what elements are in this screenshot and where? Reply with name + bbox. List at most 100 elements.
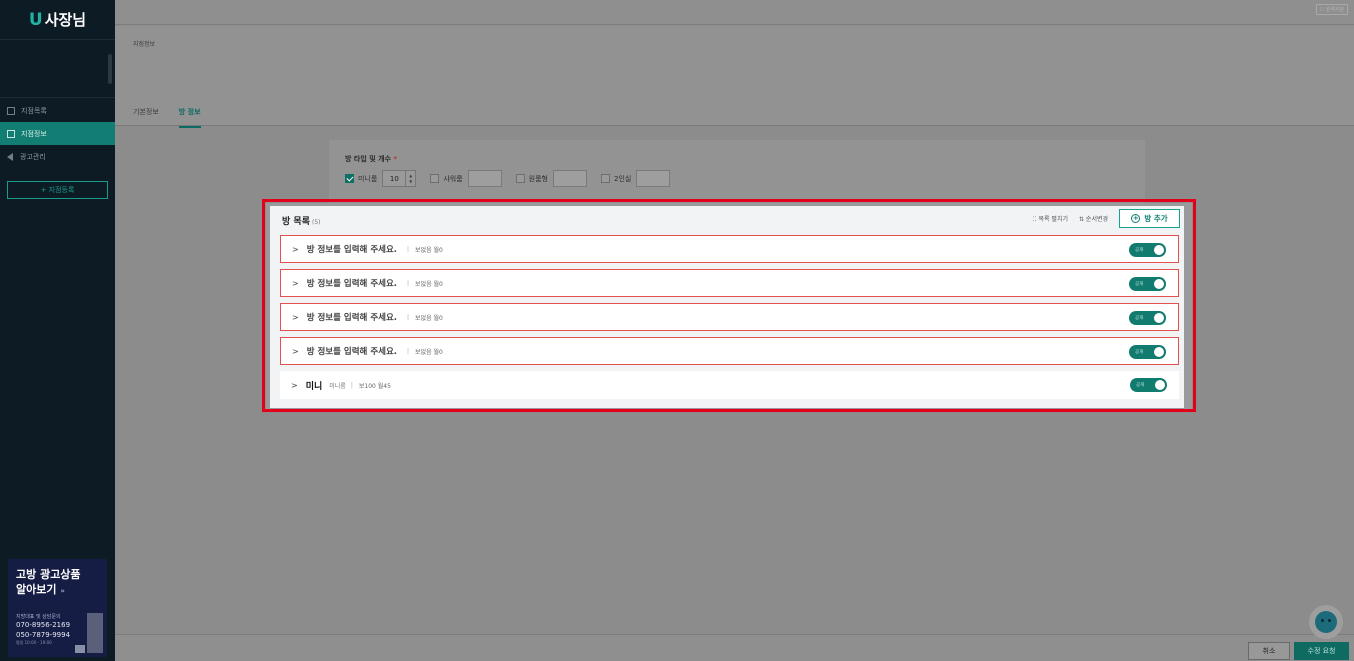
checkbox-shower-room[interactable] bbox=[430, 174, 440, 183]
chevron-right-icon[interactable]: > bbox=[291, 381, 298, 390]
room-type: 미니룸 bbox=[329, 382, 346, 390]
sidebar-item-label: 지점목록 bbox=[21, 106, 47, 115]
sidebar-item-ads[interactable]: 광고관리 bbox=[0, 145, 115, 168]
logo-text: 사장님 bbox=[44, 11, 87, 29]
room-count: (5) bbox=[311, 219, 321, 226]
room-row[interactable]: > 방 정보를 입력해 주세요. | 보없음 월0 공개 bbox=[280, 337, 1179, 365]
building-illustration bbox=[87, 613, 103, 653]
promo-title-line2: 알아보기 bbox=[16, 583, 57, 596]
page-header: 지점정보 기본정보 방 정보 bbox=[115, 26, 1354, 128]
room-price: 보없음 월0 bbox=[415, 246, 443, 254]
submit-edit-button[interactable]: 수정 요청 bbox=[1294, 642, 1349, 660]
chatbot-icon bbox=[1315, 611, 1337, 633]
promo-banner[interactable]: 고방 광고상품 알아보기 » 지방대표 및 상담문의 070-8956-2169… bbox=[8, 559, 107, 657]
toggle-label: 공개 bbox=[1135, 316, 1144, 321]
chevron-right-icon[interactable]: > bbox=[292, 347, 299, 356]
required-mark: * bbox=[393, 155, 398, 163]
chevron-right-icon[interactable]: > bbox=[292, 245, 299, 254]
toggle-knob bbox=[1154, 313, 1164, 323]
room-type-card: 방 타입 및 개수 * 미니룸 10 ▲ ▼ 샤워룸 원룸형 2인실 bbox=[329, 140, 1145, 206]
public-toggle[interactable]: 공개 bbox=[1129, 311, 1166, 325]
add-room-button[interactable]: + 방 추가 bbox=[1119, 209, 1180, 228]
separator: | bbox=[350, 381, 353, 389]
sidebar-item-label: 지점정보 bbox=[21, 129, 47, 138]
sidebar-item-branch-info[interactable]: 지점정보 bbox=[0, 122, 115, 145]
separator: | bbox=[407, 313, 410, 321]
room-title: 방 정보를 입력해 주세요. bbox=[306, 313, 398, 323]
toggle-label: 공개 bbox=[1135, 282, 1144, 287]
room-row[interactable]: > 방 정보를 입력해 주세요. | 보없음 월0 공개 bbox=[280, 269, 1179, 297]
sidebar-item-branch-list[interactable]: 지점목록 bbox=[0, 99, 115, 122]
checkbox-double[interactable] bbox=[600, 174, 610, 183]
panel-frame-right bbox=[1184, 203, 1192, 409]
room-type-label-text: 방 타입 및 개수 bbox=[345, 155, 391, 163]
room-list-actions: ⁚⁚ 목록 펼치기 ⇅ 순서변경 + 방 추가 bbox=[1033, 209, 1180, 228]
count-value[interactable]: 10 bbox=[383, 175, 405, 183]
room-price: 보없음 월0 bbox=[415, 314, 443, 322]
sidebar-profile-area bbox=[0, 40, 115, 98]
stepper-arrows[interactable]: ▲ ▼ bbox=[405, 171, 415, 186]
logo[interactable]: U 사장님 bbox=[0, 0, 115, 40]
sidebar-scrollbar[interactable] bbox=[108, 54, 112, 84]
breadcrumb: 지점정보 bbox=[133, 41, 156, 48]
room-title: 방 정보를 입력해 주세요. bbox=[306, 347, 398, 357]
room-row[interactable]: > 방 정보를 입력해 주세요. | 보없음 월0 공개 bbox=[280, 235, 1179, 263]
room-price: 보없음 월0 bbox=[415, 348, 443, 356]
checkbox-oneroom[interactable] bbox=[515, 174, 525, 183]
cancel-button[interactable]: 취소 bbox=[1248, 642, 1290, 660]
room-type-options: 미니룸 10 ▲ ▼ 샤워룸 원룸형 2인실 bbox=[345, 170, 684, 187]
toggle-label: 공개 bbox=[1135, 248, 1144, 253]
option-label-miniroom: 미니룸 bbox=[358, 174, 378, 183]
count-input-oneroom[interactable] bbox=[552, 170, 587, 187]
stepper-down-icon[interactable]: ▼ bbox=[409, 179, 412, 185]
public-toggle[interactable]: 공개 bbox=[1129, 345, 1166, 359]
chevron-right-icon[interactable]: > bbox=[292, 279, 299, 288]
room-title: 방 정보를 입력해 주세요. bbox=[306, 279, 398, 289]
count-input-shower-room[interactable] bbox=[467, 170, 502, 187]
promo-title-line1: 고방 광고상품 bbox=[16, 568, 81, 581]
toggle-label: 공개 bbox=[1136, 383, 1145, 388]
tab-basic-info[interactable]: 기본정보 bbox=[133, 107, 159, 128]
promo-arrow: » bbox=[60, 587, 65, 595]
remote-support-link[interactable]: ☐ 원격지원 bbox=[1315, 4, 1348, 15]
action-bar: 취소 수정 요청 bbox=[115, 634, 1354, 661]
room-price: 보100 월45 bbox=[358, 382, 391, 390]
speaker-icon bbox=[7, 152, 13, 161]
count-input-double[interactable] bbox=[636, 170, 671, 187]
option-label-oneroom: 원룸형 bbox=[528, 174, 548, 183]
chat-support-button[interactable] bbox=[1309, 605, 1343, 639]
list-icon bbox=[7, 106, 15, 115]
separator: | bbox=[407, 245, 410, 253]
document-icon bbox=[7, 129, 15, 138]
toggle-knob bbox=[1154, 279, 1164, 289]
topbar: ☐ 원격지원 bbox=[115, 0, 1354, 25]
room-list-title-text: 방 목록 bbox=[282, 217, 310, 227]
tab-room-info[interactable]: 방 정보 bbox=[178, 107, 201, 128]
register-branch-button[interactable]: + 지점등록 bbox=[7, 181, 108, 199]
sidebar: U 사장님 지점목록 지점정보 광고관리 + 지점등록 고방 광고상품 알아보기… bbox=[0, 0, 115, 661]
public-toggle[interactable]: 공개 bbox=[1129, 277, 1166, 291]
toggle-label: 공개 bbox=[1135, 350, 1144, 355]
chevron-right-icon[interactable]: > bbox=[292, 313, 299, 322]
count-stepper-miniroom[interactable]: 10 ▲ ▼ bbox=[382, 170, 417, 187]
room-row[interactable]: > 미니 미니룸 | 보100 월45 공개 bbox=[280, 371, 1179, 399]
checkbox-miniroom[interactable] bbox=[345, 174, 354, 183]
room-type-label: 방 타입 및 개수 * bbox=[345, 154, 397, 164]
logo-u: U bbox=[28, 9, 43, 30]
plus-circle-icon: + bbox=[1131, 214, 1141, 223]
tab-bar: 기본정보 방 정보 bbox=[133, 107, 201, 128]
separator: | bbox=[407, 279, 410, 287]
option-label-double: 2인실 bbox=[613, 174, 632, 183]
toggle-knob bbox=[1155, 380, 1165, 390]
room-list-title: 방 목록 (5) bbox=[282, 214, 320, 227]
public-toggle[interactable]: 공개 bbox=[1129, 243, 1166, 257]
reorder-link[interactable]: ⇅ 순서변경 bbox=[1079, 214, 1108, 223]
public-toggle[interactable]: 공개 bbox=[1130, 378, 1167, 392]
room-row[interactable]: > 방 정보를 입력해 주세요. | 보없음 월0 공개 bbox=[280, 303, 1179, 331]
expand-list-link[interactable]: ⁚⁚ 목록 펼치기 bbox=[1033, 214, 1068, 223]
building-illustration-small bbox=[75, 645, 85, 653]
room-price: 보없음 월0 bbox=[415, 280, 443, 288]
toggle-knob bbox=[1154, 245, 1164, 255]
room-title: 미니 bbox=[305, 381, 323, 392]
room-title: 방 정보를 입력해 주세요. bbox=[306, 245, 398, 255]
